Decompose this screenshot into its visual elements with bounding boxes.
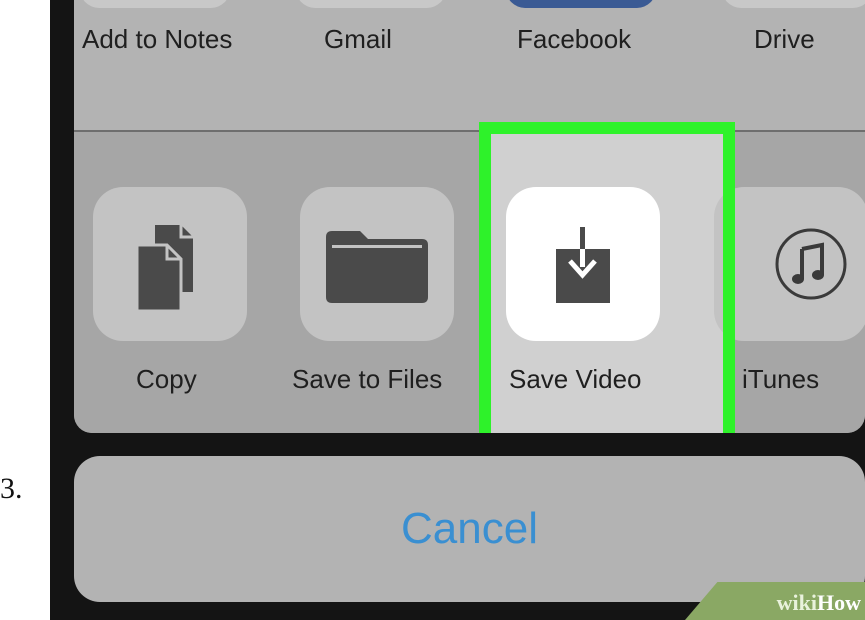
step-number: 3.	[0, 472, 23, 505]
cancel-label: Cancel	[401, 504, 538, 553]
app-label-drive[interactable]: Drive	[754, 24, 815, 55]
watermark-part-2: How	[817, 590, 861, 615]
app-label-gmail[interactable]: Gmail	[324, 24, 392, 55]
folder-icon	[326, 231, 428, 303]
music-note-icon	[775, 228, 847, 300]
copy-button[interactable]	[93, 187, 247, 341]
save-video-button[interactable]	[506, 187, 660, 341]
itunes-button[interactable]	[714, 187, 865, 341]
watermark-part-1: wiki	[776, 590, 817, 615]
action-label-save-video: Save Video	[509, 364, 642, 394]
ios-share-screen: Add to Notes Gmail Facebook Drive Copy S…	[50, 0, 865, 620]
save-to-files-button[interactable]	[300, 187, 454, 341]
save-video-icon	[556, 227, 610, 303]
facebook-app-icon[interactable]	[506, 0, 656, 8]
gmail-app-icon[interactable]	[296, 0, 446, 8]
share-sheet: Add to Notes Gmail Facebook Drive Copy S…	[74, 0, 865, 433]
cancel-button[interactable]: Cancel	[74, 456, 865, 602]
action-label-copy: Copy	[136, 364, 197, 394]
action-label-itunes: iTunes	[742, 364, 820, 394]
share-actions-row: Copy Save to Files Save Video iTunes	[74, 122, 865, 433]
notes-app-icon[interactable]	[80, 0, 230, 8]
action-label-save-to-files: Save to Files	[292, 364, 443, 394]
app-label-facebook[interactable]: Facebook	[517, 24, 631, 55]
drive-app-icon[interactable]	[722, 0, 865, 8]
copy-icon	[135, 225, 193, 313]
app-label-add-to-notes[interactable]: Add to Notes	[82, 24, 232, 55]
wikihow-logo: wikiHow	[777, 590, 861, 616]
share-apps-row: Add to Notes Gmail Facebook Drive	[74, 0, 865, 130]
